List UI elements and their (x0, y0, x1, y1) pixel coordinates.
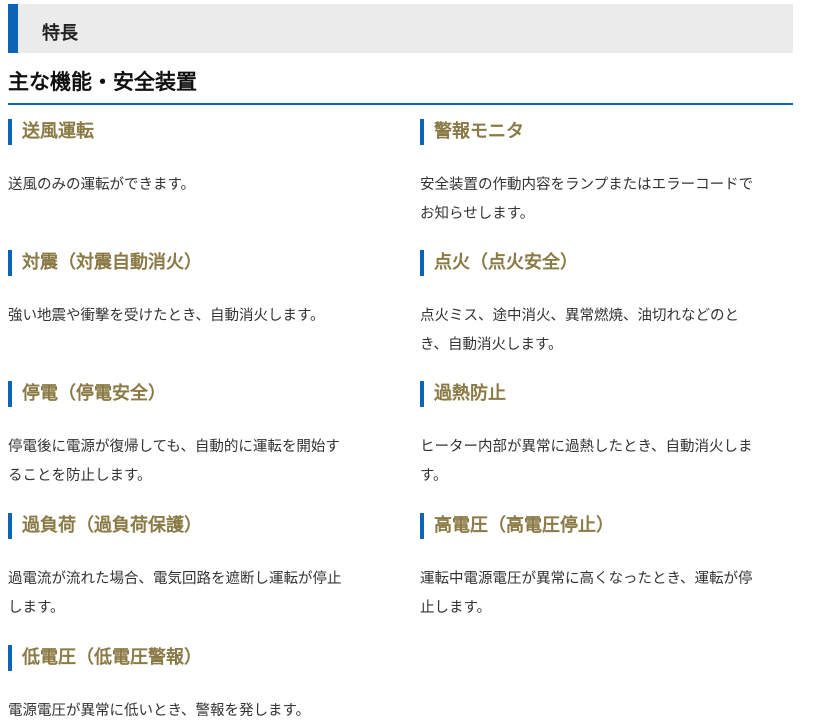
feature-overheat: 過熱防止 ヒーター内部が異常に過熱したとき、自動消火しま す。 (420, 381, 795, 491)
description-line: します。 (8, 600, 65, 616)
feature-description: 強い地震や衝撃を受けたとき、自動消火します。 (8, 302, 383, 331)
feature-low-voltage: 低電圧（低電圧警報） 電源電圧が異常に低いとき、警報を発します。 (8, 645, 383, 726)
description-line: 運転中電源電圧が異常に高くなったとき、運転が停 (420, 571, 753, 587)
description-line: ることを防止します。 (8, 468, 152, 484)
description-line: ヒーター内部が異常に過熱したとき、自動消火しま (420, 439, 753, 455)
description-line: き、自動消火します。 (420, 337, 563, 353)
description-line: す。 (420, 468, 448, 484)
feature-title: 過熱防止 (420, 381, 795, 407)
feature-title: 低電圧（低電圧警報） (8, 645, 383, 671)
page: 特長 主な機能・安全装置 送風運転 送風のみの運転ができます。 警報モニタ 安全… (0, 0, 814, 720)
heading-divider (8, 103, 793, 105)
description-line: 止します。 (420, 600, 492, 616)
feature-title: 警報モニタ (420, 119, 795, 145)
description-line: 過電流が流れた場合、電気回路を遮断し運転が停止 (8, 571, 342, 587)
feature-power-outage: 停電（停電安全） 停電後に電源が復帰しても、自動的に運転を開始す ることを防止し… (8, 381, 383, 491)
description-line: 安全装置の作動内容をランプまたはエラーコードで (420, 177, 754, 193)
description-line: 点火ミス、途中消火、異常燃焼、油切れなどのと (420, 308, 739, 324)
feature-overload: 過負荷（過負荷保護） 過電流が流れた場合、電気回路を遮断し運転が停止 します。 (8, 513, 383, 623)
feature-description: 過電流が流れた場合、電気回路を遮断し運転が停止 します。 (8, 565, 383, 623)
feature-description: 送風のみの運転ができます。 (8, 171, 383, 200)
section-header-bar: 特長 (8, 4, 793, 53)
feature-description: 停電後に電源が復帰しても、自動的に運転を開始す ることを防止します。 (8, 433, 383, 491)
feature-title: 停電（停電安全） (8, 381, 383, 407)
description-line: 停電後に電源が復帰しても、自動的に運転を開始す (8, 439, 340, 455)
feature-title: 送風運転 (8, 119, 383, 145)
feature-title: 過負荷（過負荷保護） (8, 513, 383, 539)
feature-description: 運転中電源電圧が異常に高くなったとき、運転が停 止します。 (420, 565, 795, 623)
feature-title: 高電圧（高電圧停止） (420, 513, 795, 539)
feature-description: 電源電圧が異常に低いとき、警報を発します。 (8, 697, 383, 726)
feature-title: 点火（点火安全） (420, 250, 795, 276)
feature-alarm-monitor: 警報モニタ 安全装置の作動内容をランプまたはエラーコードで お知らせします。 (420, 119, 795, 229)
feature-title: 対震（対震自動消火） (8, 250, 383, 276)
feature-blower: 送風運転 送風のみの運転ができます。 (8, 119, 383, 200)
main-heading: 主な機能・安全装置 (8, 70, 197, 94)
section-label: 特長 (42, 23, 78, 44)
description-line: お知らせします。 (420, 206, 535, 222)
feature-high-voltage: 高電圧（高電圧停止） 運転中電源電圧が異常に高くなったとき、運転が停 止します。 (420, 513, 795, 623)
feature-description: 点火ミス、途中消火、異常燃焼、油切れなどのと き、自動消火します。 (420, 302, 795, 360)
feature-description: 安全装置の作動内容をランプまたはエラーコードで お知らせします。 (420, 171, 795, 229)
description-line: 電源電圧が異常に低いとき、警報を発します。 (8, 703, 311, 719)
feature-ignition: 点火（点火安全） 点火ミス、途中消火、異常燃焼、油切れなどのと き、自動消火しま… (420, 250, 795, 360)
description-line: 送風のみの運転ができます。 (8, 177, 196, 193)
feature-description: ヒーター内部が異常に過熱したとき、自動消火しま す。 (420, 433, 795, 491)
description-line: 強い地震や衝撃を受けたとき、自動消火します。 (8, 308, 325, 324)
feature-seismic: 対震（対震自動消火） 強い地震や衝撃を受けたとき、自動消火します。 (8, 250, 383, 331)
